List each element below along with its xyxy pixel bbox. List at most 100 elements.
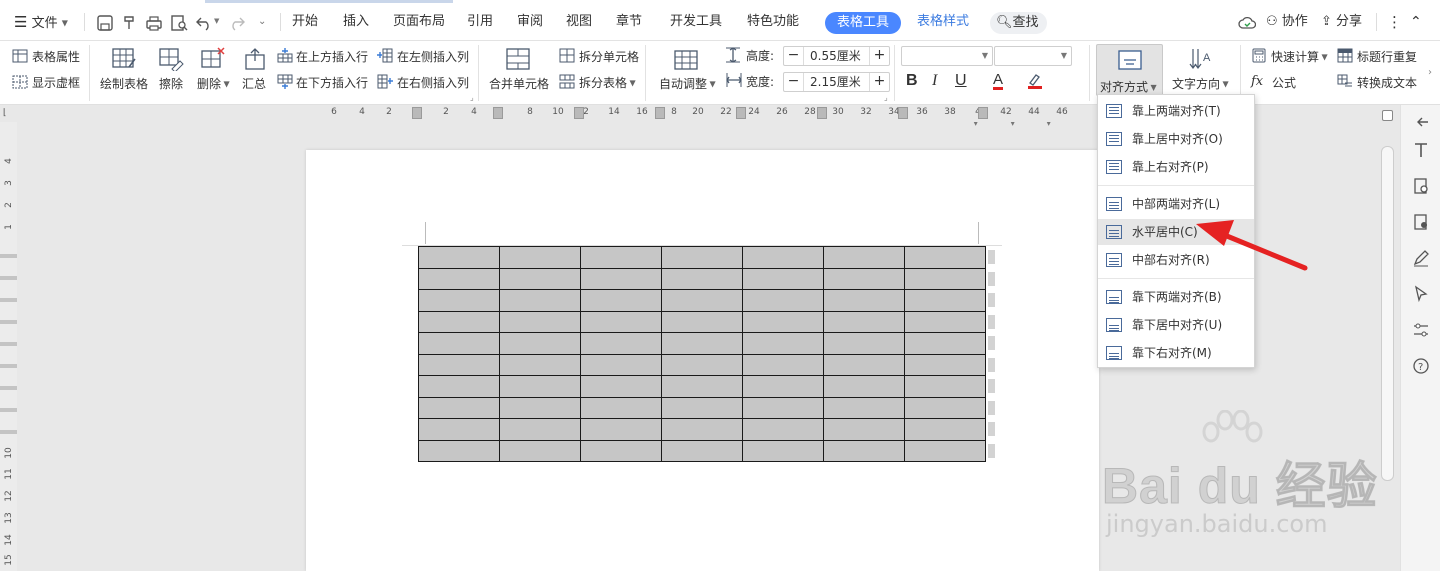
table-cell[interactable]	[499, 439, 581, 462]
undo-dropdown-icon[interactable]: ▼	[214, 17, 219, 25]
table-properties-button[interactable]: 表格属性	[32, 49, 80, 65]
table-cell[interactable]	[904, 332, 986, 355]
cloud-sync-icon[interactable]	[1238, 14, 1256, 32]
undo-icon[interactable]	[195, 14, 213, 32]
table-cell[interactable]	[823, 310, 905, 333]
redo-icon[interactable]	[228, 14, 246, 32]
align-option[interactable]: 靠下右对齐(M)	[1098, 340, 1254, 366]
delete-button[interactable]: 删除 ▼	[197, 76, 230, 93]
table-cell[interactable]	[661, 310, 743, 333]
help-icon[interactable]: ?	[1412, 357, 1430, 375]
table-cell[interactable]	[661, 267, 743, 290]
table-cell[interactable]	[823, 396, 905, 419]
tab-references[interactable]: 引用	[467, 3, 493, 41]
repeat-header-button[interactable]: 标题行重复	[1357, 49, 1417, 65]
save-icon[interactable]	[96, 14, 114, 32]
insert-row-below-button[interactable]: 在下方插入行	[296, 75, 368, 91]
table-cell[interactable]	[742, 310, 824, 333]
table-cell[interactable]	[580, 396, 662, 419]
collapse-panel-icon[interactable]	[1412, 113, 1430, 131]
table-cell[interactable]	[499, 353, 581, 376]
tab-developer[interactable]: 开发工具	[670, 3, 722, 41]
table-cell[interactable]	[580, 267, 662, 290]
dialog-launcher-icon[interactable]: ⌟	[470, 93, 474, 102]
tab-review[interactable]: 审阅	[517, 3, 543, 41]
cursor-select-icon[interactable]	[1412, 285, 1430, 303]
table-cell[interactable]	[661, 353, 743, 376]
table-cell[interactable]	[661, 332, 743, 355]
ruler-column-marker[interactable]	[493, 107, 503, 119]
scrollbar-top-button[interactable]	[1382, 110, 1393, 121]
table-cell[interactable]	[904, 353, 986, 376]
table-cell[interactable]	[904, 246, 986, 269]
tab-chapter[interactable]: 章节	[616, 3, 642, 41]
table-cell[interactable]	[418, 310, 500, 333]
ruler-column-marker[interactable]	[655, 107, 665, 119]
ruler-column-marker[interactable]	[412, 107, 422, 119]
collab-button[interactable]: ⚇ 协作	[1266, 3, 1308, 41]
table-cell[interactable]	[823, 353, 905, 376]
merge-cells-button[interactable]: 合并单元格	[489, 76, 549, 92]
table-cell[interactable]	[823, 289, 905, 312]
height-value[interactable]: 0.55厘米	[810, 47, 861, 65]
table-cell[interactable]	[742, 267, 824, 290]
table-cell[interactable]	[742, 289, 824, 312]
table-cell[interactable]	[418, 332, 500, 355]
doc-assist-icon[interactable]	[1412, 177, 1430, 195]
table-cell[interactable]	[499, 289, 581, 312]
tab-table-tools[interactable]: 表格工具	[825, 12, 902, 34]
table-cell[interactable]	[418, 439, 500, 462]
split-cells-button[interactable]: 拆分单元格	[579, 49, 639, 65]
table-cell[interactable]	[742, 246, 824, 269]
print-preview-icon[interactable]	[170, 14, 188, 32]
quick-calc-button[interactable]: 快速计算 ▼	[1271, 49, 1328, 66]
table-cell[interactable]	[904, 439, 986, 462]
more-options-icon[interactable]: ⋮	[1387, 3, 1402, 41]
table-cell[interactable]	[904, 289, 986, 312]
table-cell[interactable]	[823, 267, 905, 290]
italic-icon[interactable]: I	[932, 73, 937, 89]
table-cell[interactable]	[742, 375, 824, 398]
table-cell[interactable]	[580, 332, 662, 355]
table-cell[interactable]	[499, 310, 581, 333]
summary-button[interactable]: 汇总	[242, 76, 266, 92]
dialog-launcher-icon[interactable]: ⌟	[884, 93, 888, 102]
tab-special-features[interactable]: 特色功能	[747, 3, 799, 41]
table-cell[interactable]	[418, 289, 500, 312]
convert-to-text-button[interactable]: 转换成文本	[1357, 75, 1417, 91]
erase-button[interactable]: 擦除	[159, 76, 183, 92]
table-cell[interactable]	[418, 418, 500, 441]
table-cell[interactable]	[742, 332, 824, 355]
table-cell[interactable]	[823, 418, 905, 441]
underline-icon[interactable]: U	[955, 73, 967, 89]
highlight-icon[interactable]	[1027, 73, 1043, 89]
height-increase-button[interactable]: +	[869, 47, 889, 65]
align-option[interactable]: 靠上右对齐(P)	[1098, 154, 1254, 180]
collapse-ribbon-icon[interactable]: ⌃	[1410, 3, 1422, 41]
ribbon-scroll-right-icon[interactable]: ›	[1428, 67, 1432, 78]
table-cell[interactable]	[661, 246, 743, 269]
table-cell[interactable]	[904, 310, 986, 333]
show-gridlines-button[interactable]: 显示虚框	[32, 75, 80, 91]
table-cell[interactable]	[742, 396, 824, 419]
table-cell[interactable]	[742, 418, 824, 441]
table-cell[interactable]	[904, 418, 986, 441]
width-increase-button[interactable]: +	[869, 73, 889, 91]
table-cell[interactable]	[904, 375, 986, 398]
font-color-icon[interactable]: A	[993, 72, 1004, 90]
table-cell[interactable]	[418, 353, 500, 376]
tab-insert[interactable]: 插入	[343, 3, 369, 41]
ruler-column-marker[interactable]	[978, 107, 988, 119]
width-stepper[interactable]: − 2.15厘米 +	[783, 72, 890, 92]
ruler-column-marker[interactable]	[736, 107, 746, 119]
document-table[interactable]	[418, 246, 986, 462]
table-cell[interactable]	[499, 246, 581, 269]
insert-col-left-button[interactable]: 在左侧插入列	[397, 49, 469, 65]
print-icon[interactable]	[145, 14, 163, 32]
table-cell[interactable]	[499, 375, 581, 398]
table-cell[interactable]	[661, 396, 743, 419]
draw-table-button[interactable]: 绘制表格	[100, 76, 148, 92]
table-cell[interactable]	[823, 439, 905, 462]
table-cell[interactable]	[499, 332, 581, 355]
font-size-select[interactable]: ▼	[994, 46, 1072, 66]
